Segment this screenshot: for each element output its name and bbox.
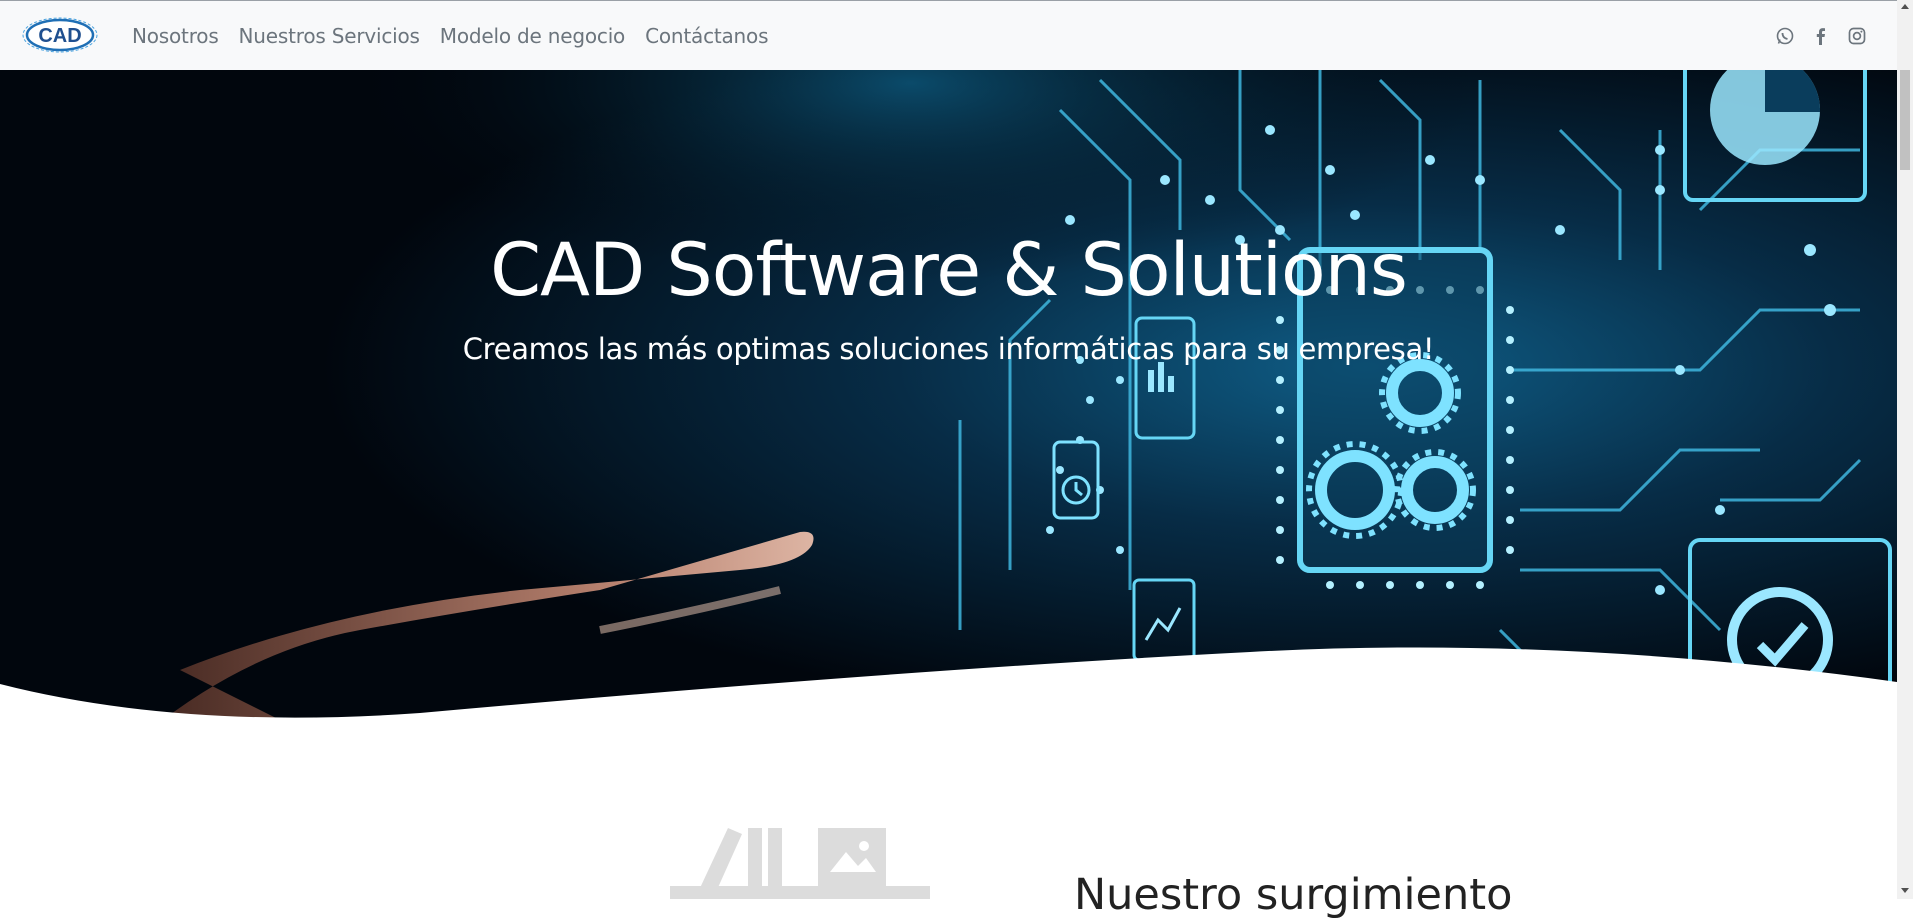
svg-text:CAD: CAD xyxy=(38,25,81,47)
nav-link-modelo-negocio[interactable]: Modelo de negocio xyxy=(430,24,635,48)
brand-logo[interactable]: CAD xyxy=(20,16,100,54)
instagram-icon[interactable] xyxy=(1847,26,1867,46)
scroll-down-arrow-icon[interactable] xyxy=(1901,888,1909,893)
nav-link-contactanos[interactable]: Contáctanos xyxy=(635,24,778,48)
hero-wave-divider xyxy=(0,647,1897,730)
hero-banner: CAD Software & Solutions Creamos las más… xyxy=(0,70,1897,730)
scrollbar-thumb[interactable] xyxy=(1900,70,1910,170)
hero-title: CAD Software & Solutions xyxy=(490,228,1408,313)
page-scrollbar[interactable] xyxy=(1897,0,1913,899)
hero-subtitle: Creamos las más optimas soluciones infor… xyxy=(462,332,1435,366)
nav-link-servicios[interactable]: Nuestros Servicios xyxy=(229,24,430,48)
scroll-up-arrow-icon[interactable] xyxy=(1901,4,1909,9)
top-navbar: CAD Nosotros Nuestros Servicios Modelo d… xyxy=(0,0,1897,70)
nav-links: Nosotros Nuestros Servicios Modelo de ne… xyxy=(122,1,778,71)
books-image-illustration xyxy=(670,828,930,899)
facebook-icon[interactable] xyxy=(1811,26,1831,46)
social-links xyxy=(1775,1,1867,71)
whatsapp-icon[interactable] xyxy=(1775,26,1795,46)
nav-link-nosotros[interactable]: Nosotros xyxy=(122,24,229,48)
section-title-surgimiento: Nuestro surgimiento xyxy=(1074,870,1513,920)
